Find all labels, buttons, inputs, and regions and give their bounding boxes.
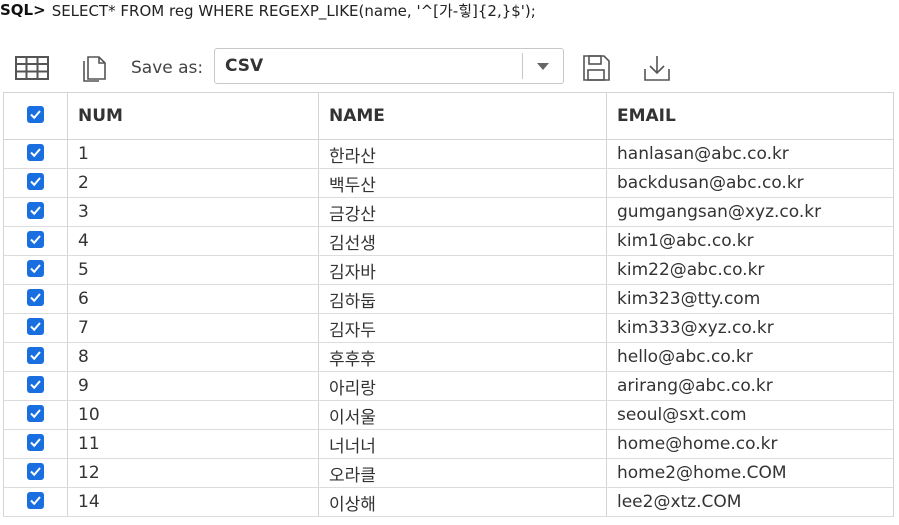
cell-email: gumgangsan@xyz.co.kr	[606, 197, 894, 227]
cell-num: 11	[67, 429, 319, 459]
table-row[interactable]: 10 이서울 seoul@sxt.com	[3, 400, 894, 430]
column-header-email[interactable]: EMAIL	[606, 92, 894, 140]
cell-email: home@home.co.kr	[606, 429, 894, 459]
cell-num: 14	[67, 487, 319, 517]
cell-email: hello@abc.co.kr	[606, 342, 894, 372]
cell-email: hanlasan@abc.co.kr	[606, 139, 894, 169]
row-checkbox[interactable]	[27, 144, 44, 161]
result-toolbar: Save as: CSV	[0, 44, 899, 90]
cell-num: 2	[67, 168, 319, 198]
sql-query: SELECT* FROM reg WHERE REGEXP_LIKE(name,…	[51, 1, 536, 20]
copy-icon[interactable]	[76, 50, 112, 86]
table-row[interactable]: 12 오라클 home2@home.COM	[3, 458, 894, 488]
row-checkbox-cell	[3, 168, 68, 198]
cell-email: seoul@sxt.com	[606, 400, 894, 430]
floppy-disk-icon[interactable]	[578, 50, 614, 86]
results-table: NUM NAME EMAIL 1 한라산 hanlasan@abc.co.kr 2 백두…	[3, 92, 894, 517]
cell-email: backdusan@abc.co.kr	[606, 168, 894, 198]
cell-email: lee2@xtz.COM	[606, 487, 894, 517]
table-grid-icon[interactable]	[14, 50, 50, 86]
row-checkbox[interactable]	[27, 463, 44, 480]
save-as-label: Save as:	[131, 58, 204, 78]
cell-name: 오라클	[318, 458, 607, 488]
download-icon[interactable]	[639, 50, 675, 86]
cell-num: 10	[67, 400, 319, 430]
row-checkbox[interactable]	[27, 173, 44, 190]
select-all-checkbox[interactable]	[27, 106, 44, 123]
cell-num: 12	[67, 458, 319, 488]
cell-num: 1	[67, 139, 319, 169]
cell-num: 7	[67, 313, 319, 343]
table-row[interactable]: 8 후후후 hello@abc.co.kr	[3, 342, 894, 372]
sql-statement: SQL> SELECT* FROM reg WHERE REGEXP_LIKE(…	[0, 0, 536, 23]
cell-email: home2@home.COM	[606, 458, 894, 488]
table-row[interactable]: 9 아리랑 arirang@abc.co.kr	[3, 371, 894, 401]
table-row[interactable]: 2 백두산 backdusan@abc.co.kr	[3, 168, 894, 198]
row-checkbox-cell	[3, 458, 68, 488]
row-checkbox-cell	[3, 371, 68, 401]
cell-num: 3	[67, 197, 319, 227]
row-checkbox-cell	[3, 139, 68, 169]
cell-name: 김자두	[318, 313, 607, 343]
cell-name: 김자바	[318, 255, 607, 285]
cell-email: arirang@abc.co.kr	[606, 371, 894, 401]
row-checkbox[interactable]	[27, 318, 44, 335]
cell-name: 백두산	[318, 168, 607, 198]
row-checkbox-cell	[3, 284, 68, 314]
sql-prompt: SQL>	[0, 1, 46, 19]
cell-name: 이서울	[318, 400, 607, 430]
table-row[interactable]: 14 이상해 lee2@xtz.COM	[3, 487, 894, 517]
row-checkbox[interactable]	[27, 405, 44, 422]
table-row[interactable]: 1 한라산 hanlasan@abc.co.kr	[3, 139, 894, 169]
cell-num: 8	[67, 342, 319, 372]
select-all-cell	[3, 92, 68, 140]
cell-email: kim323@tty.com	[606, 284, 894, 314]
table-row[interactable]: 6 김하둡 kim323@tty.com	[3, 284, 894, 314]
row-checkbox-cell	[3, 342, 68, 372]
cell-name: 김하둡	[318, 284, 607, 314]
format-select-value: CSV	[225, 56, 264, 76]
table-row[interactable]: 3 금강산 gumgangsan@xyz.co.kr	[3, 197, 894, 227]
cell-email: kim1@abc.co.kr	[606, 226, 894, 256]
row-checkbox[interactable]	[27, 434, 44, 451]
row-checkbox[interactable]	[27, 376, 44, 393]
row-checkbox[interactable]	[27, 231, 44, 248]
row-checkbox-cell	[3, 313, 68, 343]
cell-name: 이상해	[318, 487, 607, 517]
row-checkbox[interactable]	[27, 289, 44, 306]
row-checkbox[interactable]	[27, 260, 44, 277]
cell-name: 김선생	[318, 226, 607, 256]
cell-name: 너너너	[318, 429, 607, 459]
row-checkbox-cell	[3, 429, 68, 459]
chevron-down-icon[interactable]	[523, 62, 563, 71]
table-row[interactable]: 4 김선생 kim1@abc.co.kr	[3, 226, 894, 256]
row-checkbox-cell	[3, 226, 68, 256]
row-checkbox[interactable]	[27, 347, 44, 364]
table-row[interactable]: 11 너너너 home@home.co.kr	[3, 429, 894, 459]
table-row[interactable]: 5 김자바 kim22@abc.co.kr	[3, 255, 894, 285]
row-checkbox[interactable]	[27, 492, 44, 509]
table-header-row: NUM NAME EMAIL	[3, 92, 894, 140]
cell-name: 아리랑	[318, 371, 607, 401]
row-checkbox-cell	[3, 400, 68, 430]
column-header-name[interactable]: NAME	[318, 92, 607, 140]
table-row[interactable]: 7 김자두 kim333@xyz.co.kr	[3, 313, 894, 343]
cell-num: 4	[67, 226, 319, 256]
cell-num: 6	[67, 284, 319, 314]
cell-name: 한라산	[318, 139, 607, 169]
row-checkbox-cell	[3, 487, 68, 517]
cell-email: kim333@xyz.co.kr	[606, 313, 894, 343]
cell-email: kim22@abc.co.kr	[606, 255, 894, 285]
cell-num: 9	[67, 371, 319, 401]
cell-name: 후후후	[318, 342, 607, 372]
column-header-num[interactable]: NUM	[67, 92, 319, 140]
format-select[interactable]: CSV	[214, 48, 564, 84]
cell-name: 금강산	[318, 197, 607, 227]
cell-num: 5	[67, 255, 319, 285]
row-checkbox[interactable]	[27, 202, 44, 219]
row-checkbox-cell	[3, 197, 68, 227]
row-checkbox-cell	[3, 255, 68, 285]
